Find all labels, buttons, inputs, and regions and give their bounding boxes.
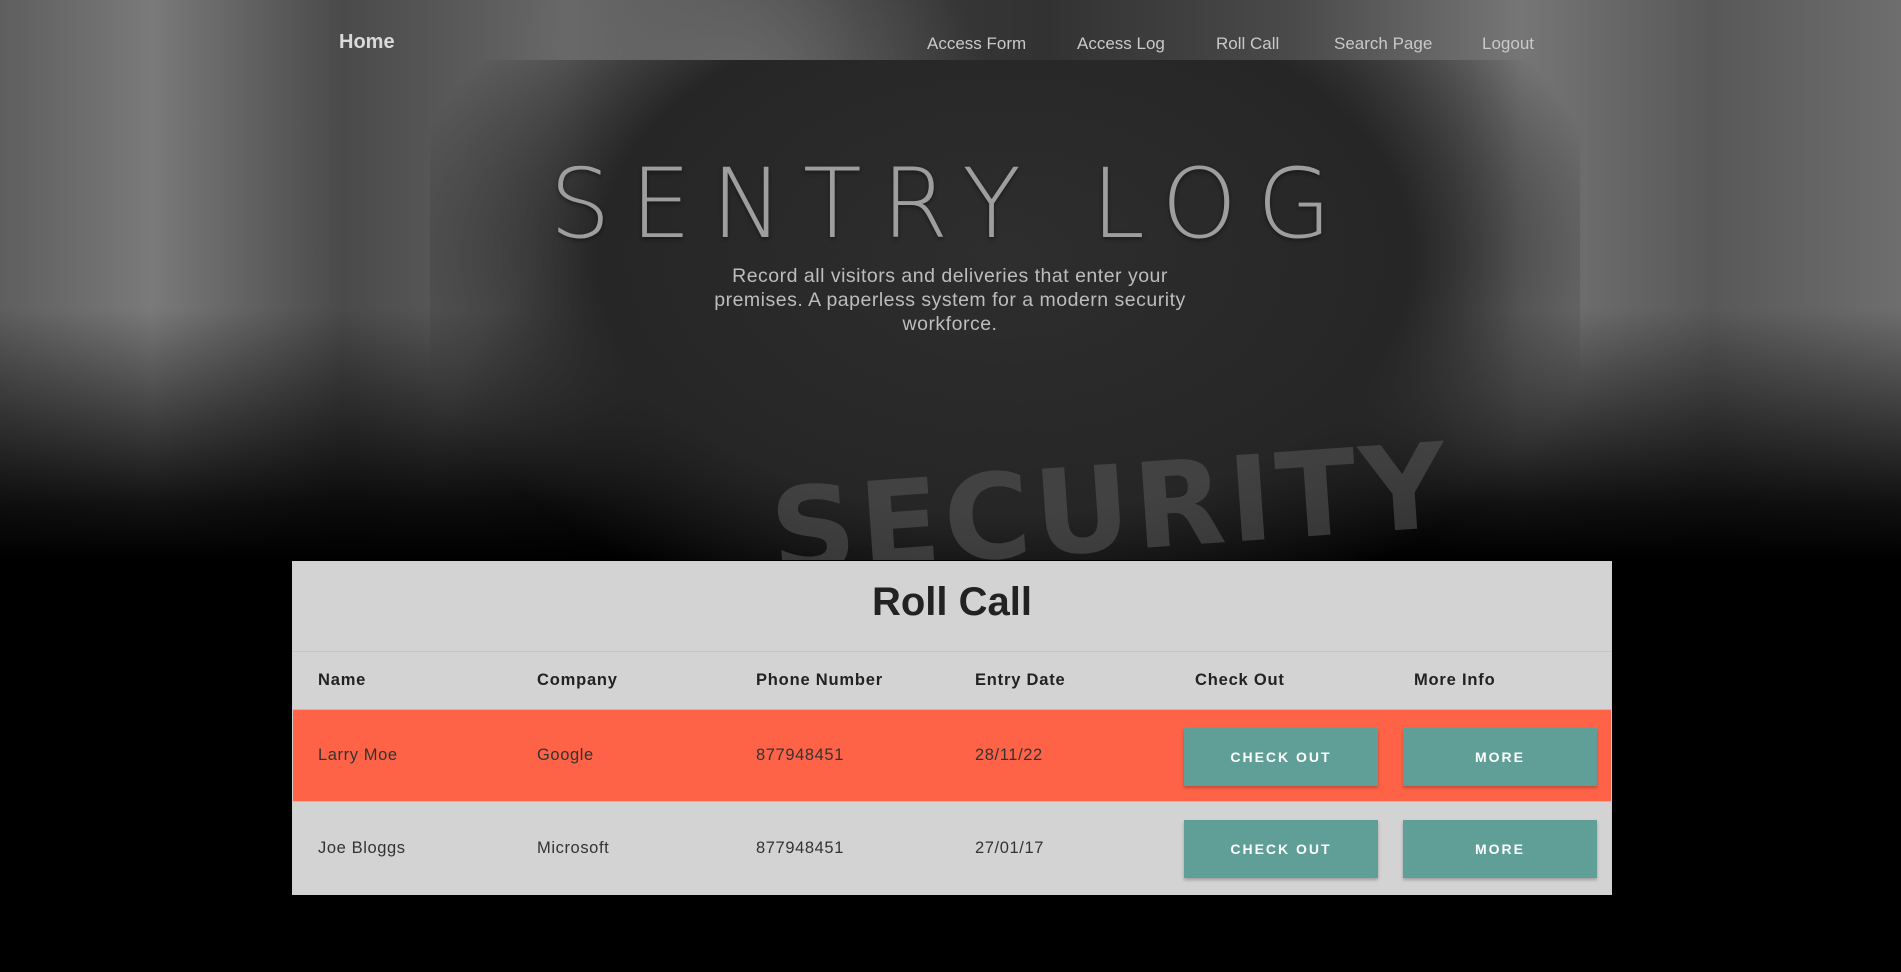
nav-link-search-page[interactable]: Search Page xyxy=(1334,34,1432,54)
hero-subtitle: Record all visitors and deliveries that … xyxy=(714,265,1186,335)
more-info-button[interactable]: MORE xyxy=(1403,820,1597,878)
nav-link-access-form[interactable]: Access Form xyxy=(927,34,1026,54)
check-out-button[interactable]: CHECK OUT xyxy=(1184,820,1378,878)
column-header-phone: Phone Number xyxy=(756,671,883,689)
table-row: Joe Bloggs Microsoft 877948451 27/01/17 … xyxy=(293,802,1611,894)
nav-link-roll-call[interactable]: Roll Call xyxy=(1216,34,1279,54)
more-info-button[interactable]: MORE xyxy=(1403,728,1597,786)
table-header-row: Name Company Phone Number Entry Date Che… xyxy=(293,652,1611,710)
nav-link-access-log[interactable]: Access Log xyxy=(1077,34,1165,54)
check-out-button[interactable]: CHECK OUT xyxy=(1184,728,1378,786)
column-header-entry-date: Entry Date xyxy=(975,671,1066,689)
column-header-name: Name xyxy=(318,671,367,689)
cell-name: Joe Bloggs xyxy=(318,838,406,857)
cell-entry-date: 28/11/22 xyxy=(975,746,1043,764)
roll-call-title: Roll Call xyxy=(293,562,1611,652)
nav-links: Access Form Access Log Roll Call Search … xyxy=(0,34,1901,58)
cell-company: Microsoft xyxy=(537,838,610,857)
roll-call-panel: Roll Call Name Company Phone Number Entr… xyxy=(292,561,1612,895)
top-nav: Home Access Form Access Log Roll Call Se… xyxy=(0,0,1901,88)
hero-title: SENTRY LOG xyxy=(549,148,1352,260)
cell-entry-date: 27/01/17 xyxy=(975,838,1045,857)
cell-name: Larry Moe xyxy=(318,746,398,764)
nav-link-logout[interactable]: Logout xyxy=(1482,34,1534,54)
cell-phone: 877948451 xyxy=(756,838,844,857)
table-row: Larry Moe Google 877948451 28/11/22 CHEC… xyxy=(293,710,1611,802)
column-header-company: Company xyxy=(537,671,618,689)
column-header-check-out: Check Out xyxy=(1195,671,1285,689)
cell-phone: 877948451 xyxy=(756,746,844,764)
column-header-more-info: More Info xyxy=(1414,671,1496,689)
cell-company: Google xyxy=(537,746,594,764)
